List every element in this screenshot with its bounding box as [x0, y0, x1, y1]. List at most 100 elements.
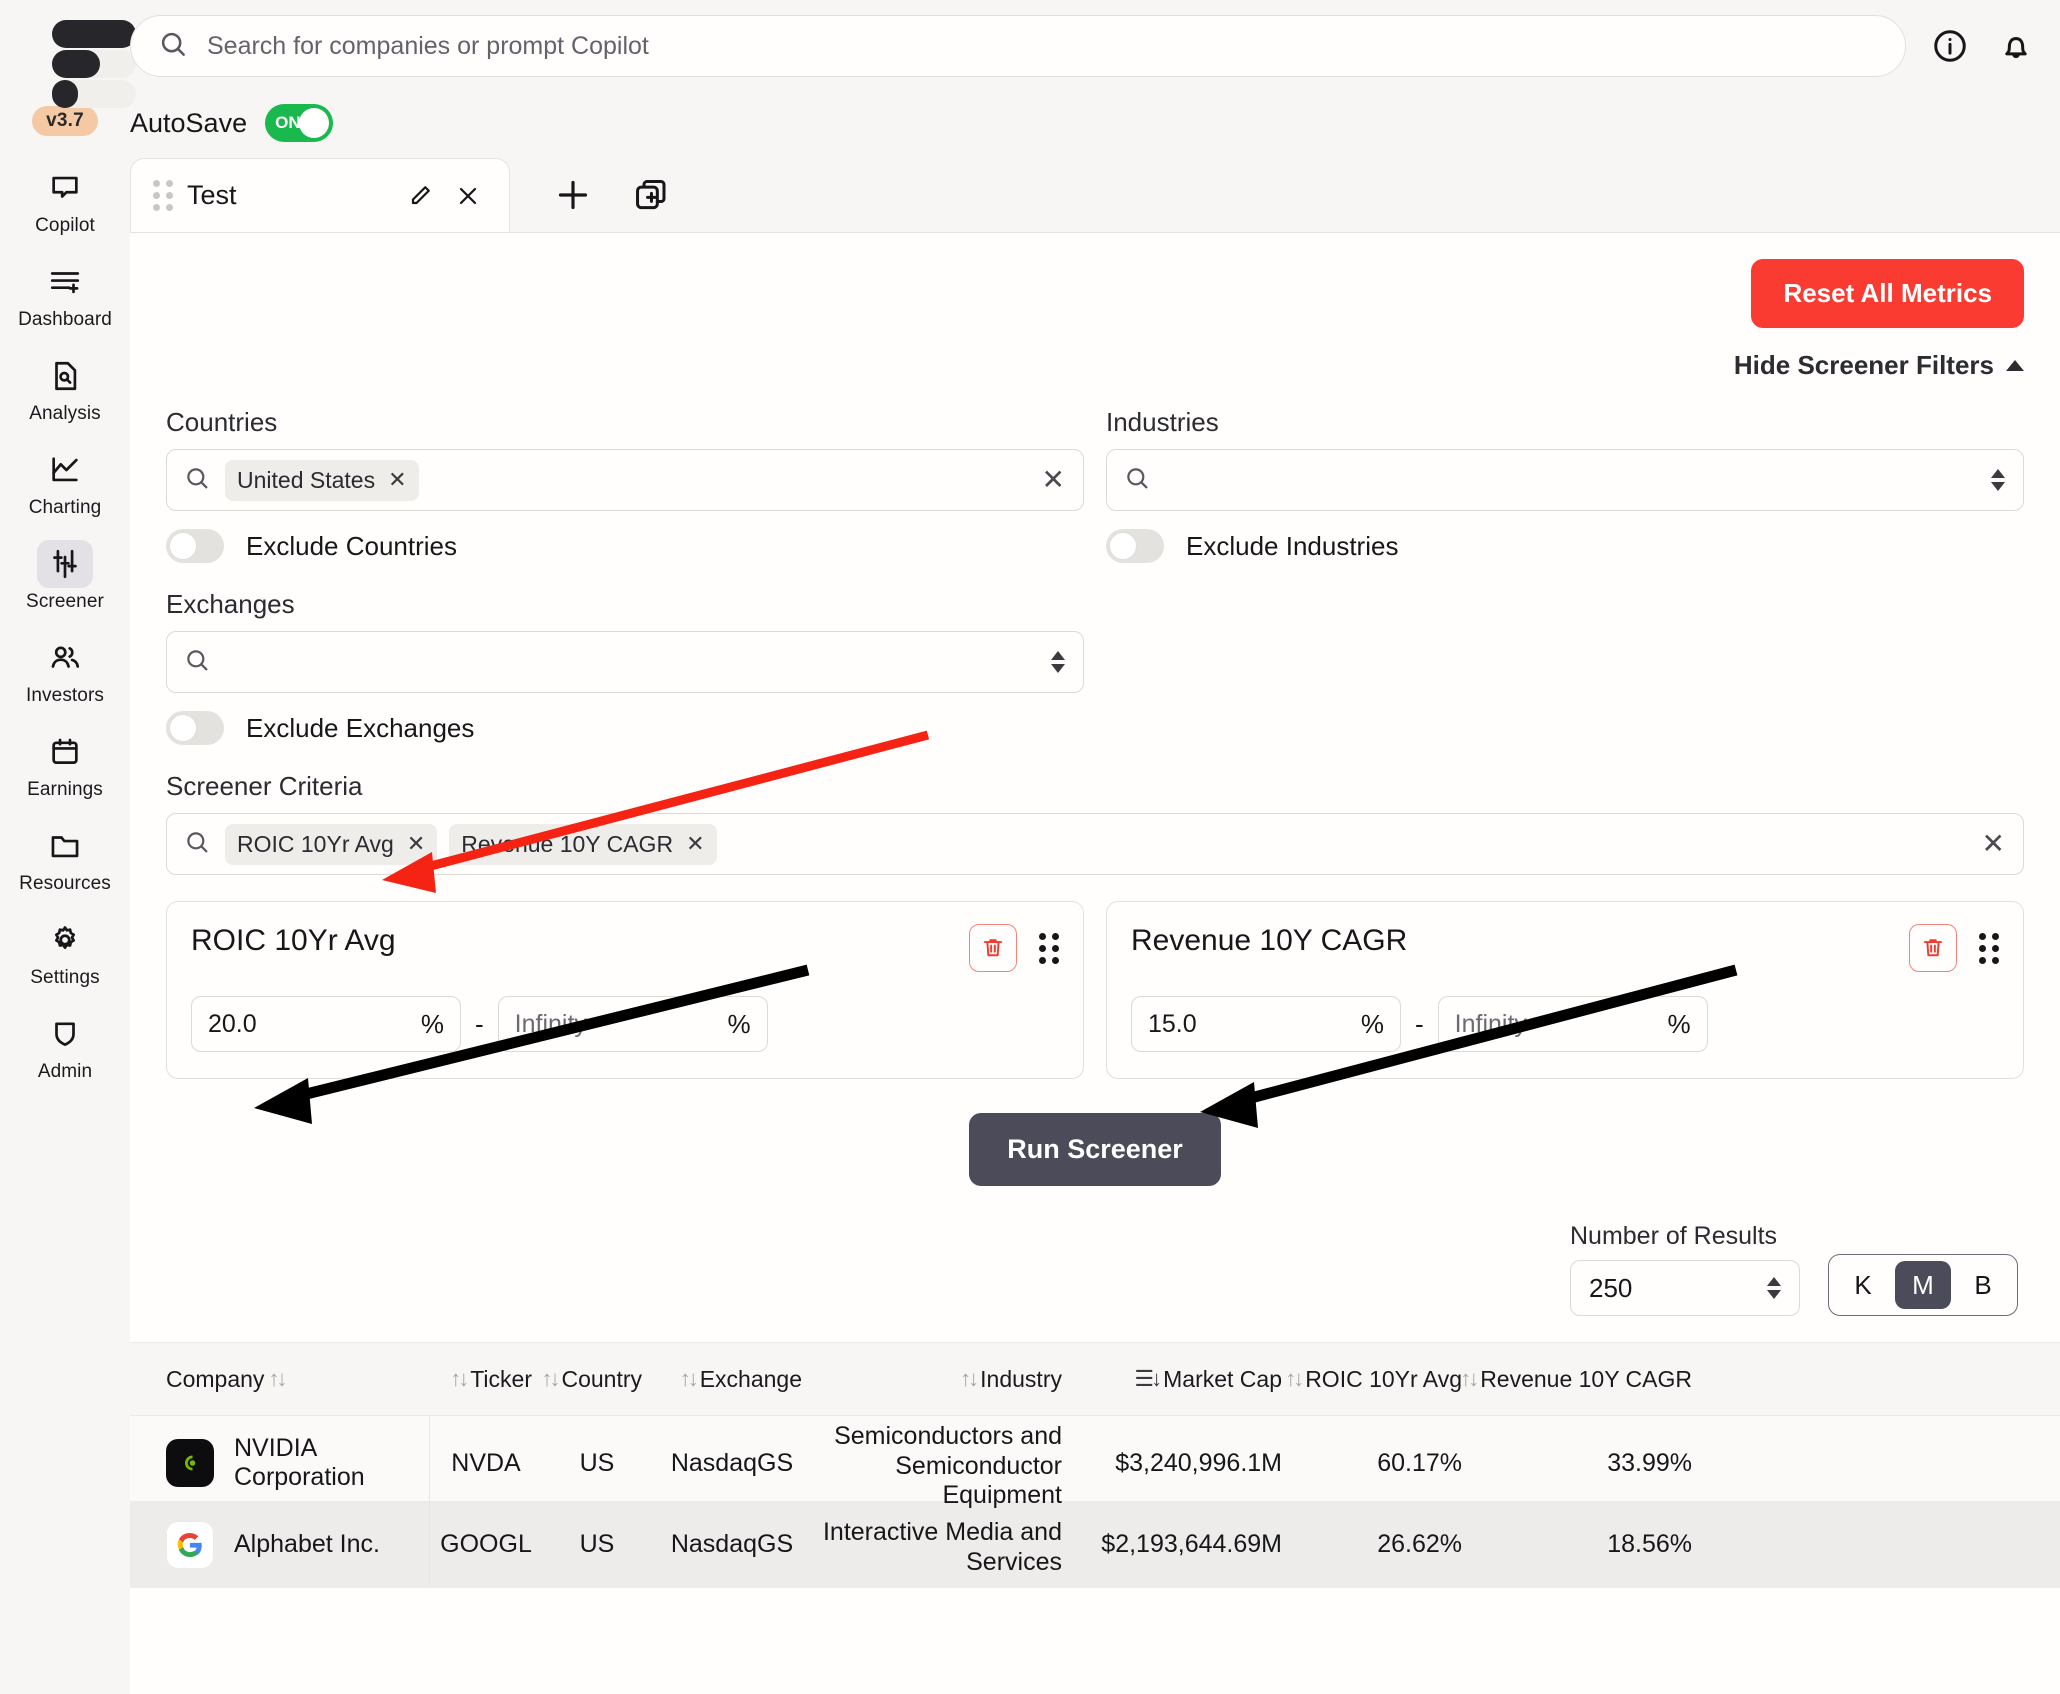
sort-icon: ↑↓	[1285, 1366, 1304, 1391]
chip-remove-icon[interactable]: ✕	[388, 469, 406, 491]
sidebar-item-admin[interactable]: Admin	[10, 1010, 120, 1083]
column-header-exchange[interactable]: ↑↓ Exchange	[652, 1366, 812, 1393]
column-header-ticker[interactable]: ↑↓ Ticker	[430, 1366, 542, 1393]
unit-option-k[interactable]: K	[1835, 1261, 1891, 1309]
info-circle-icon[interactable]	[1928, 24, 1972, 68]
search-icon	[183, 464, 211, 497]
countries-input[interactable]: United States ✕ ✕	[166, 449, 1084, 511]
duplicate-tab-icon[interactable]	[630, 174, 672, 216]
autosave-row: AutoSave ON	[130, 92, 2060, 154]
unit-option-m[interactable]: M	[1895, 1261, 1951, 1309]
autosave-toggle[interactable]: ON	[265, 104, 334, 142]
reset-all-metrics-button[interactable]: Reset All Metrics	[1751, 259, 2024, 328]
chip-criterion-roic[interactable]: ROIC 10Yr Avg ✕	[225, 823, 438, 865]
number-of-results-value: 250	[1589, 1272, 1633, 1303]
sidebar-item-earnings[interactable]: Earnings	[10, 728, 120, 801]
drag-handle-icon[interactable]	[1039, 932, 1059, 964]
percent-symbol: %	[1360, 1008, 1384, 1039]
chip-remove-icon[interactable]: ✕	[407, 833, 425, 855]
sort-icon: ↑↓	[679, 1366, 699, 1391]
chip-criterion-revenue-cagr[interactable]: Revenue 10Y CAGR ✕	[449, 823, 717, 865]
exclude-exchanges-label: Exclude Exchanges	[246, 712, 475, 743]
sidebar-item-label: Analysis	[29, 403, 101, 424]
run-screener-button[interactable]: Run Screener	[969, 1113, 1221, 1186]
tab-strip: Test	[130, 154, 2060, 232]
chip-remove-icon[interactable]: ✕	[686, 833, 704, 855]
exclude-industries-toggle[interactable]	[1106, 529, 1164, 563]
sidebar-item-analysis[interactable]: Analysis	[10, 352, 120, 425]
app-root: v3.7 Copilot Dashboard Analysis Charting…	[0, 0, 2060, 1694]
table-row[interactable]: NVIDIA Corporation NVDA US NasdaqGS Semi…	[130, 1416, 2060, 1511]
metric-min-input[interactable]: 20.0 %	[191, 996, 461, 1052]
pencil-icon[interactable]	[403, 179, 437, 213]
delete-metric-button[interactable]	[1909, 924, 1957, 972]
drag-handle-icon[interactable]	[1979, 932, 1999, 964]
screener-criteria-label: Screener Criteria	[166, 771, 363, 801]
delete-metric-button[interactable]	[969, 924, 1017, 972]
folder-icon	[37, 822, 93, 870]
sidebar-item-screener[interactable]: Screener	[10, 540, 120, 613]
table-row[interactable]: Alphabet Inc. GOOGL US NasdaqGS Interact…	[130, 1502, 2060, 1588]
cell-country: US	[579, 1448, 615, 1477]
column-header-market-cap[interactable]: ☰↓ Market Cap	[1072, 1366, 1292, 1393]
metric-min-input[interactable]: 15.0 %	[1131, 996, 1401, 1052]
clear-criteria-icon[interactable]: ✕	[1982, 830, 2005, 858]
industries-dropdown-icon[interactable]	[1991, 469, 2005, 491]
column-header-country[interactable]: ↑↓ Country	[541, 1366, 652, 1393]
column-header-revenue-cagr[interactable]: ↑↓ Revenue 10Y CAGR	[1460, 1366, 1702, 1393]
column-header-industry[interactable]: ↑↓ Industry	[812, 1366, 1072, 1393]
number-of-results-select[interactable]: 250	[1570, 1260, 1800, 1316]
screener-criteria-input[interactable]: ROIC 10Yr Avg ✕ Revenue 10Y CAGR ✕ ✕	[166, 813, 2024, 875]
clear-countries-icon[interactable]: ✕	[1042, 466, 1065, 494]
sidebar-item-investors[interactable]: Investors	[10, 634, 120, 707]
metric-card-revenue-cagr: Revenue 10Y CAGR 15.0 % - Infinity %	[1106, 901, 2024, 1079]
criteria-chips: ROIC 10Yr Avg ✕ Revenue 10Y CAGR ✕	[225, 823, 1968, 865]
search-input[interactable]: Search for companies or prompt Copilot	[130, 15, 1906, 77]
metric-max-input[interactable]: Infinity %	[1437, 996, 1708, 1052]
tab-test[interactable]: Test	[130, 158, 510, 232]
exchanges-input[interactable]	[166, 631, 1084, 693]
autosave-label: AutoSave	[130, 107, 248, 138]
chevron-updown-icon[interactable]	[1767, 1277, 1781, 1299]
sidebar-item-copilot[interactable]: Copilot	[10, 164, 120, 237]
dashboard-add-icon	[37, 258, 93, 306]
sidebar-item-charting[interactable]: Charting	[10, 446, 120, 519]
drag-handle-icon[interactable]	[153, 180, 173, 211]
main-area: Search for companies or prompt Copilot A…	[130, 0, 2060, 1694]
plus-icon[interactable]	[552, 174, 594, 216]
industries-input[interactable]	[1106, 449, 2024, 511]
hide-screener-filters-button[interactable]: Hide Screener Filters	[1734, 350, 2024, 381]
sort-icon: ↑↓	[960, 1366, 979, 1391]
results-table: Company ↑↓ ↑↓ Ticker ↑↓ Country ↑↓ Exchange	[130, 1342, 2060, 1588]
finance-app-logo[interactable]	[24, 14, 136, 108]
percent-symbol: %	[420, 1008, 444, 1039]
column-label: Company	[166, 1365, 265, 1392]
sidebar-item-label: Dashboard	[18, 309, 112, 330]
unit-option-b[interactable]: B	[1955, 1261, 2011, 1309]
sidebar-item-label: Resources	[19, 873, 111, 894]
screener-panel: Reset All Metrics Hide Screener Filters …	[130, 232, 2060, 1694]
shield-icon	[37, 1010, 93, 1058]
cell-ticker: GOOGL	[440, 1530, 532, 1558]
exclude-exchanges-toggle[interactable]	[166, 711, 224, 745]
chip-country[interactable]: United States ✕	[225, 459, 419, 501]
chip-label: Revenue 10Y CAGR	[461, 830, 674, 857]
countries-chips: United States ✕	[225, 459, 1028, 501]
notification-bell-icon[interactable]	[1994, 24, 2038, 68]
cell-exchange: NasdaqGS	[670, 1448, 794, 1477]
exclude-countries-toggle[interactable]	[166, 529, 224, 563]
chip-label: ROIC 10Yr Avg	[237, 830, 394, 857]
sidebar-item-resources[interactable]: Resources	[10, 822, 120, 895]
column-header-roic[interactable]: ↑↓ ROIC 10Yr Avg	[1285, 1366, 1472, 1393]
toggle-knob	[299, 108, 330, 138]
percent-symbol: %	[1667, 1008, 1691, 1039]
column-header-company[interactable]: Company ↑↓	[130, 1366, 430, 1393]
close-icon[interactable]	[451, 179, 485, 213]
search-icon	[183, 828, 211, 861]
tab-actions	[552, 174, 672, 232]
sidebar-item-dashboard[interactable]: Dashboard	[10, 258, 120, 331]
sidebar-item-settings[interactable]: Settings	[10, 916, 120, 989]
search-icon	[157, 28, 189, 65]
metric-max-input[interactable]: Infinity %	[497, 996, 768, 1052]
exchanges-dropdown-icon[interactable]	[1051, 651, 1065, 673]
